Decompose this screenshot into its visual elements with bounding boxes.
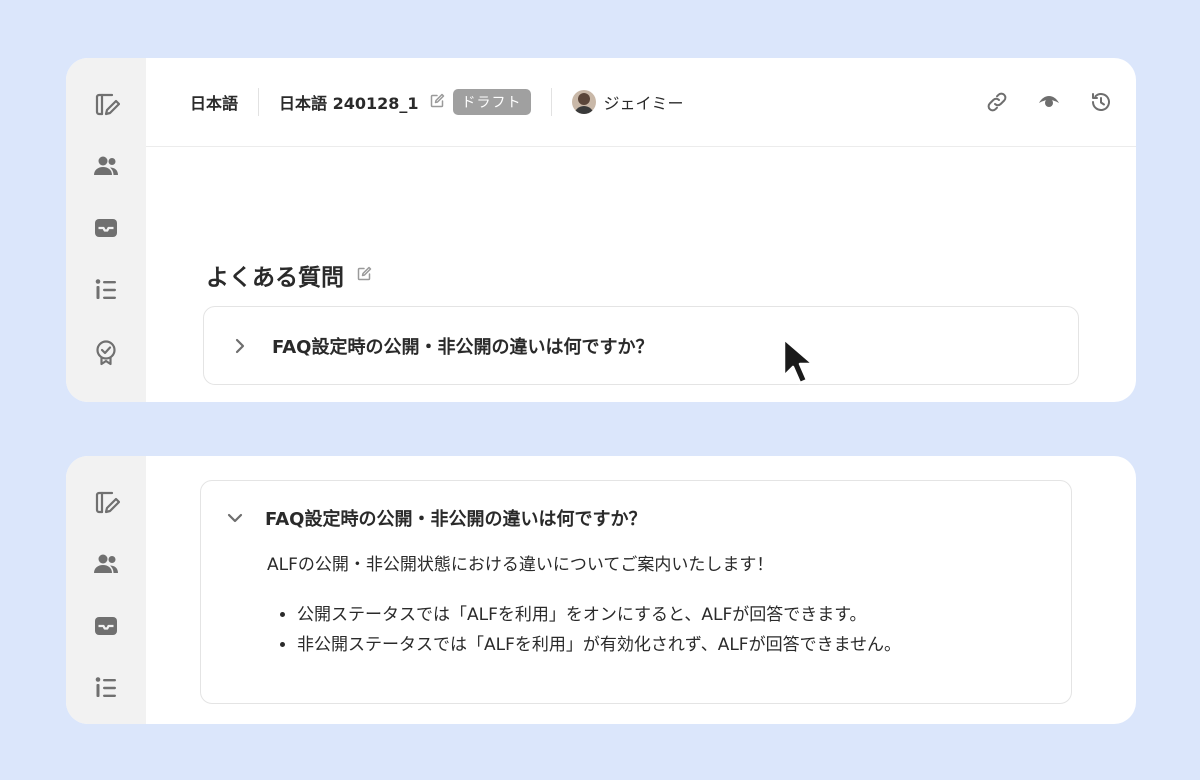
list-icon xyxy=(95,677,116,697)
section-title-text: よくある質問 xyxy=(206,265,344,291)
faq-question: FAQ設定時の公開・非公開の違いは何ですか？ xyxy=(272,336,654,358)
page-title: よくある質問 xyxy=(206,258,374,292)
editor-header: 日本語 日本語 240128_1 ドラフト ジェイミー xyxy=(146,58,1136,147)
sidebar xyxy=(66,456,146,724)
chevron-right-icon[interactable] xyxy=(230,336,250,356)
edit-note-icon xyxy=(95,93,120,116)
header-divider xyxy=(550,88,552,116)
language-label[interactable]: 日本語 xyxy=(190,90,238,114)
sidebar-item-inbox[interactable] xyxy=(88,210,124,246)
header-divider xyxy=(258,88,260,116)
editor-main: 日本語 日本語 240128_1 ドラフト ジェイミー よくある質問 FAQ設定… xyxy=(146,58,1136,402)
copy-link-button[interactable] xyxy=(982,87,1012,117)
avatar xyxy=(571,90,596,114)
edit-note-icon xyxy=(95,491,120,514)
editor-card-collapsed: 日本語 日本語 240128_1 ドラフト ジェイミー よくある質問 FAQ設定… xyxy=(66,58,1136,402)
badge-check-icon xyxy=(96,340,116,366)
preview-button[interactable] xyxy=(1034,87,1064,117)
list-item: 公開ステータスでは「ALFを利用」をオンにすると、ALFが回答できます。 xyxy=(297,605,1047,625)
editor-main: FAQ設定時の公開・非公開の違いは何ですか？ ALFの公開・非公開状態における違… xyxy=(146,456,1136,724)
sidebar-item-list[interactable] xyxy=(88,272,124,308)
history-icon xyxy=(1092,93,1110,111)
mouse-cursor-icon xyxy=(782,337,815,385)
eye-icon xyxy=(1039,96,1059,107)
chevron-down-icon[interactable] xyxy=(225,508,245,528)
pencil-icon xyxy=(357,266,372,281)
status-badge: ドラフト xyxy=(452,89,531,115)
users-icon xyxy=(94,554,118,573)
list-item: 非公開ステータスでは「ALFを利用」が有効化されず、ALFが回答できません。 xyxy=(297,635,1047,655)
sidebar-item-articles[interactable] xyxy=(88,86,124,122)
faq-question: FAQ設定時の公開・非公開の違いは何ですか？ xyxy=(265,509,647,530)
inbox-icon xyxy=(95,219,117,237)
sidebar-item-users[interactable] xyxy=(88,546,124,582)
faq-answer[interactable]: ALFの公開・非公開状態における違いについてご案内いたします！ 公開ステータスで… xyxy=(267,555,1047,655)
faq-item-expanded: FAQ設定時の公開・非公開の違いは何ですか？ ALFの公開・非公開状態における違… xyxy=(200,480,1072,704)
pencil-icon xyxy=(430,93,444,108)
edit-document-name-button[interactable] xyxy=(429,93,447,111)
sidebar-item-inbox[interactable] xyxy=(88,608,124,644)
faq-item-collapsed[interactable]: FAQ設定時の公開・非公開の違いは何ですか？ xyxy=(203,306,1079,385)
sidebar-item-review[interactable] xyxy=(88,334,124,370)
users-icon xyxy=(94,156,118,175)
document-name: 日本語 240128_1 xyxy=(279,94,419,113)
user-name: ジェイミー xyxy=(603,94,684,113)
edit-title-button[interactable] xyxy=(356,266,374,284)
sidebar-item-articles[interactable] xyxy=(88,484,124,520)
inbox-icon xyxy=(95,617,117,635)
editor-card-expanded: FAQ設定時の公開・非公開の違いは何ですか？ ALFの公開・非公開状態における違… xyxy=(66,456,1136,724)
list-icon xyxy=(95,279,116,299)
answer-list: 公開ステータスでは「ALFを利用」をオンにすると、ALFが回答できます。 非公開… xyxy=(267,605,1047,655)
sidebar-item-users[interactable] xyxy=(88,148,124,184)
sidebar-item-list[interactable] xyxy=(88,670,124,706)
answer-intro: ALFの公開・非公開状態における違いについてご案内いたします！ xyxy=(267,555,774,575)
sidebar xyxy=(66,58,146,402)
header-actions xyxy=(982,87,1116,117)
faq-item-header[interactable]: FAQ設定時の公開・非公開の違いは何ですか？ xyxy=(225,505,1047,531)
history-button[interactable] xyxy=(1086,87,1116,117)
link-icon xyxy=(987,92,1007,112)
